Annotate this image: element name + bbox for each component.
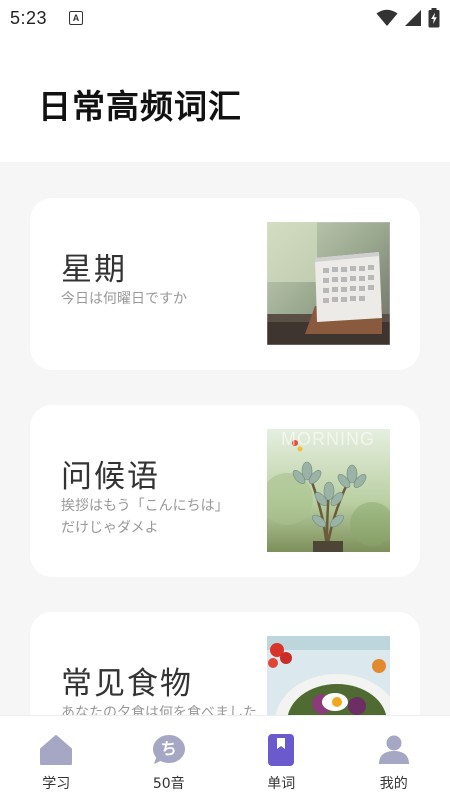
status-icons: [376, 8, 440, 28]
card-title: 问候语: [61, 459, 160, 495]
card-food[interactable]: 常见食物 あなたの夕食は何を食べました: [30, 612, 420, 715]
card-subtitle: あなたの夕食は何を食べました: [61, 705, 257, 715]
card-subtitle: 今日は何曜日ですか: [61, 291, 187, 307]
cell-signal-icon: [405, 10, 421, 26]
card-subtitle: 挨拶はもう「こんにちは」だけじゃダメよ: [61, 498, 229, 536]
card-title: 常见食物: [61, 666, 193, 702]
succulent-image: MORNING: [267, 429, 390, 552]
calendar-image: [267, 222, 390, 345]
wifi-icon: [376, 9, 398, 26]
status-bar: 5:23 A: [0, 0, 450, 36]
tab-study[interactable]: 学习: [0, 716, 113, 800]
card-weekday[interactable]: 星期 今日は何曜日ですか: [30, 198, 420, 370]
vocab-category-list[interactable]: 星期 今日は何曜日ですか 问候语 挨拶はもう「こんにちは」だけじゃダメよ MOR…: [0, 162, 450, 715]
kana-badge-text: ち: [160, 739, 177, 758]
home-icon: [39, 733, 73, 767]
kana-bubble-icon: ち: [152, 733, 186, 767]
tab-kana[interactable]: ち 50音: [113, 716, 226, 800]
bottom-tab-bar: 学习 ち 50音 单词 我的: [0, 715, 450, 800]
header: 日常高频词汇: [0, 36, 450, 162]
tab-label: 单词: [267, 776, 296, 792]
person-icon: [377, 733, 411, 767]
food-plate-image: [267, 636, 390, 715]
page-title: 日常高频词汇: [38, 87, 242, 126]
tab-label: 50音: [152, 776, 185, 792]
battery-charging-icon: [428, 8, 440, 28]
card-greetings[interactable]: 问候语 挨拶はもう「こんにちは」だけじゃダメよ MORNING: [30, 405, 420, 577]
tab-words[interactable]: 单词: [225, 716, 338, 800]
card-title: 星期: [61, 252, 127, 288]
image-morning-text: MORNING: [281, 429, 375, 449]
tab-label: 我的: [379, 776, 408, 792]
status-time: 5:23: [10, 7, 48, 28]
notification-a-icon: A: [69, 11, 84, 25]
bookmark-book-icon: [264, 733, 298, 767]
tab-mine[interactable]: 我的: [338, 716, 450, 800]
tab-label: 学习: [42, 776, 71, 792]
